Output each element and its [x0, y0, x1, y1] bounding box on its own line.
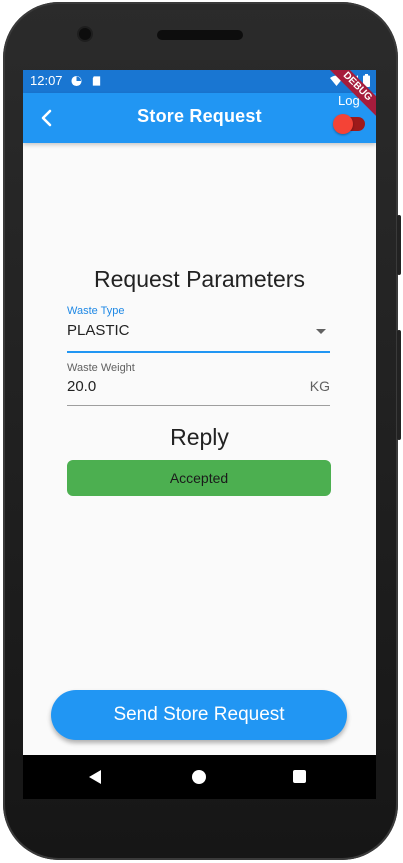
toggle-thumb [333, 114, 353, 134]
waste-weight-field[interactable]: Waste Weight 20.0 KG [67, 362, 330, 406]
front-camera [79, 28, 91, 40]
request-parameters-heading: Request Parameters [94, 266, 305, 292]
earpiece-speaker [157, 30, 243, 40]
waste-type-value: PLASTIC [67, 322, 130, 339]
page-title: Store Request [137, 106, 262, 126]
app-bar: Store Request Log [23, 93, 376, 143]
waste-weight-unit: KG [309, 378, 330, 394]
data-saver-icon [71, 75, 82, 87]
status-bar: 12:07 [23, 70, 376, 93]
volume-button [397, 215, 401, 275]
log-toggle[interactable] [333, 114, 365, 134]
dropdown-arrow-icon [316, 329, 326, 334]
nav-recents-icon[interactable] [293, 770, 306, 783]
phone-frame: 12:07 Store Request Log DEBUG Request Pa… [0, 0, 403, 863]
power-button [397, 330, 401, 440]
waste-weight-label: Waste Weight [67, 362, 135, 374]
reply-heading: Reply [170, 424, 229, 450]
reply-status-badge: Accepted [67, 460, 331, 496]
sd-card-icon [92, 76, 101, 86]
nav-home-icon[interactable] [192, 770, 206, 784]
app-screen: 12:07 Store Request Log DEBUG Request Pa… [23, 70, 376, 755]
send-store-request-button[interactable]: Send Store Request [51, 690, 347, 740]
waste-type-dropdown[interactable]: Waste Type PLASTIC [67, 305, 330, 353]
waste-type-label: Waste Type [67, 305, 125, 317]
waste-weight-value: 20.0 [67, 378, 97, 395]
status-time: 12:07 [30, 73, 63, 88]
system-nav-bar [23, 755, 376, 799]
nav-back-icon[interactable] [89, 770, 101, 784]
